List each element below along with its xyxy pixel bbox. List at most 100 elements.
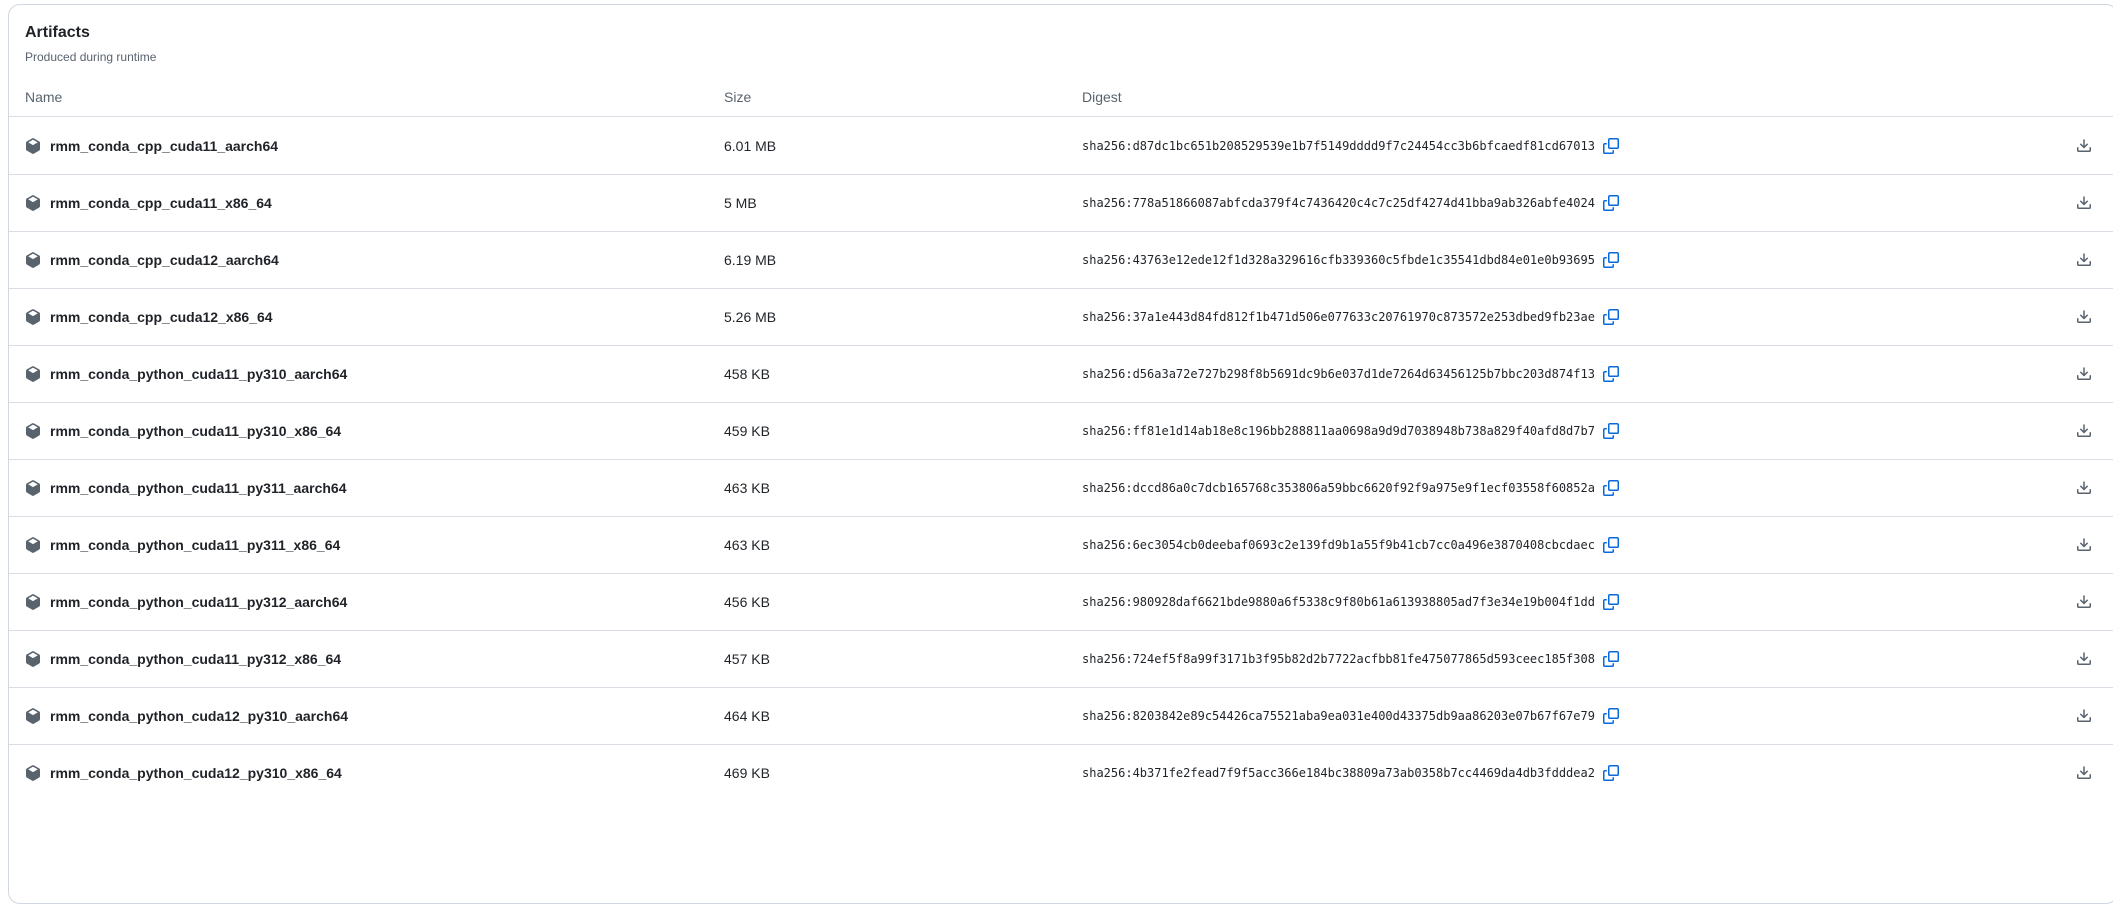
artifact-name-cell: rmm_conda_python_cuda11_py311_aarch64 (25, 480, 724, 496)
copy-digest-button[interactable] (1603, 537, 1619, 553)
artifact-digest-cell: sha256:980928daf6621bde9880a6f5338c9f80b… (1082, 594, 1619, 610)
artifact-name: rmm_conda_cpp_cuda12_aarch64 (50, 252, 279, 268)
download-artifact-button[interactable] (2076, 366, 2092, 382)
download-artifact-button[interactable] (2076, 195, 2092, 211)
artifact-size: 6.19 MB (724, 252, 1082, 268)
artifact-name: rmm_conda_python_cuda12_py310_x86_64 (50, 765, 342, 781)
artifact-name-cell: rmm_conda_cpp_cuda12_aarch64 (25, 252, 724, 268)
copy-digest-button[interactable] (1603, 366, 1619, 382)
download-icon (2076, 708, 2092, 724)
artifact-name-cell: rmm_conda_cpp_cuda12_x86_64 (25, 309, 724, 325)
copy-digest-button[interactable] (1603, 594, 1619, 610)
table-row: rmm_conda_python_cuda11_py311_x86_64 463… (9, 516, 2113, 573)
artifact-size: 463 KB (724, 480, 1082, 496)
package-icon (25, 366, 41, 382)
package-icon (25, 423, 41, 439)
package-icon (25, 765, 41, 781)
copy-icon (1603, 252, 1619, 268)
download-icon (2076, 195, 2092, 211)
table-row: rmm_conda_python_cuda11_py310_x86_64 459… (9, 402, 2113, 459)
table-row: rmm_conda_python_cuda12_py310_aarch64 46… (9, 687, 2113, 744)
download-icon (2076, 423, 2092, 439)
download-icon (2076, 537, 2092, 553)
package-icon (25, 138, 41, 154)
table-row: rmm_conda_python_cuda11_py310_aarch64 45… (9, 345, 2113, 402)
download-artifact-button[interactable] (2076, 594, 2092, 610)
download-icon (2076, 765, 2092, 781)
download-artifact-button[interactable] (2076, 651, 2092, 667)
download-artifact-button[interactable] (2076, 309, 2092, 325)
copy-digest-button[interactable] (1603, 708, 1619, 724)
artifact-digest: sha256:980928daf6621bde9880a6f5338c9f80b… (1082, 595, 1595, 609)
copy-digest-button[interactable] (1603, 252, 1619, 268)
artifact-digest-cell: sha256:37a1e443d84fd812f1b471d506e077633… (1082, 309, 1619, 325)
table-row: rmm_conda_python_cuda11_py311_aarch64 46… (9, 459, 2113, 516)
artifact-name-cell: rmm_conda_python_cuda11_py310_aarch64 (25, 366, 724, 382)
table-header-row: Name Size Digest (9, 77, 2113, 117)
download-artifact-button[interactable] (2076, 252, 2092, 268)
artifact-digest-cell: sha256:d56a3a72e727b298f8b5691dc9b6e037d… (1082, 366, 1619, 382)
download-artifact-button[interactable] (2076, 480, 2092, 496)
copy-icon (1603, 708, 1619, 724)
table-row: rmm_conda_cpp_cuda11_x86_64 5 MB sha256:… (9, 174, 2113, 231)
copy-icon (1603, 138, 1619, 154)
copy-icon (1603, 537, 1619, 553)
copy-icon (1603, 309, 1619, 325)
copy-icon (1603, 765, 1619, 781)
page-subtitle: Produced during runtime (25, 49, 2101, 65)
table-row: rmm_conda_cpp_cuda12_aarch64 6.19 MB sha… (9, 231, 2113, 288)
copy-digest-button[interactable] (1603, 480, 1619, 496)
download-icon (2076, 651, 2092, 667)
download-artifact-button[interactable] (2076, 765, 2092, 781)
package-icon (25, 252, 41, 268)
artifact-digest: sha256:6ec3054cb0deebaf0693c2e139fd9b1a5… (1082, 538, 1595, 552)
download-artifact-button[interactable] (2076, 708, 2092, 724)
artifact-name: rmm_conda_python_cuda11_py311_x86_64 (50, 537, 340, 553)
download-icon (2076, 138, 2092, 154)
column-header-name: Name (25, 89, 724, 105)
package-icon (25, 594, 41, 610)
artifact-size: 5 MB (724, 195, 1082, 211)
download-artifact-button[interactable] (2076, 537, 2092, 553)
package-icon (25, 195, 41, 211)
artifacts-card: Artifacts Produced during runtime Name S… (8, 4, 2113, 904)
artifacts-card-header: Artifacts Produced during runtime (9, 5, 2113, 65)
copy-digest-button[interactable] (1603, 309, 1619, 325)
table-row: rmm_conda_python_cuda12_py310_x86_64 469… (9, 744, 2113, 801)
artifact-digest: sha256:43763e12ede12f1d328a329616cfb3393… (1082, 253, 1595, 267)
download-artifact-button[interactable] (2076, 423, 2092, 439)
download-icon (2076, 480, 2092, 496)
artifact-name: rmm_conda_cpp_cuda11_x86_64 (50, 195, 272, 211)
artifact-digest: sha256:d87dc1bc651b208529539e1b7f5149ddd… (1082, 139, 1595, 153)
copy-digest-button[interactable] (1603, 138, 1619, 154)
copy-digest-button[interactable] (1603, 651, 1619, 667)
copy-digest-button[interactable] (1603, 765, 1619, 781)
artifact-digest-cell: sha256:d87dc1bc651b208529539e1b7f5149ddd… (1082, 138, 1619, 154)
artifact-digest: sha256:37a1e443d84fd812f1b471d506e077633… (1082, 310, 1595, 324)
download-icon (2076, 594, 2092, 610)
artifact-name: rmm_conda_python_cuda12_py310_aarch64 (50, 708, 348, 724)
artifact-digest-cell: sha256:724ef5f8a99f3171b3f95b82d2b7722ac… (1082, 651, 1619, 667)
copy-icon (1603, 651, 1619, 667)
table-row: rmm_conda_python_cuda11_py312_aarch64 45… (9, 573, 2113, 630)
artifact-name: rmm_conda_cpp_cuda11_aarch64 (50, 138, 278, 154)
copy-icon (1603, 195, 1619, 211)
copy-icon (1603, 423, 1619, 439)
table-row: rmm_conda_cpp_cuda12_x86_64 5.26 MB sha2… (9, 288, 2113, 345)
package-icon (25, 309, 41, 325)
artifact-name-cell: rmm_conda_python_cuda11_py312_x86_64 (25, 651, 724, 667)
artifact-digest-cell: sha256:ff81e1d14ab18e8c196bb288811aa0698… (1082, 423, 1619, 439)
artifact-size: 458 KB (724, 366, 1082, 382)
artifact-name-cell: rmm_conda_cpp_cuda11_aarch64 (25, 138, 724, 154)
download-artifact-button[interactable] (2076, 138, 2092, 154)
download-icon (2076, 252, 2092, 268)
artifacts-table-body: rmm_conda_cpp_cuda11_aarch64 6.01 MB sha… (9, 117, 2113, 801)
artifact-digest: sha256:dccd86a0c7dcb165768c353806a59bbc6… (1082, 481, 1595, 495)
copy-digest-button[interactable] (1603, 423, 1619, 439)
copy-digest-button[interactable] (1603, 195, 1619, 211)
artifact-digest-cell: sha256:4b371fe2fead7f9f5acc366e184bc3880… (1082, 765, 1619, 781)
artifact-name-cell: rmm_conda_python_cuda11_py311_x86_64 (25, 537, 724, 553)
artifact-digest-cell: sha256:dccd86a0c7dcb165768c353806a59bbc6… (1082, 480, 1619, 496)
copy-icon (1603, 594, 1619, 610)
package-icon (25, 651, 41, 667)
